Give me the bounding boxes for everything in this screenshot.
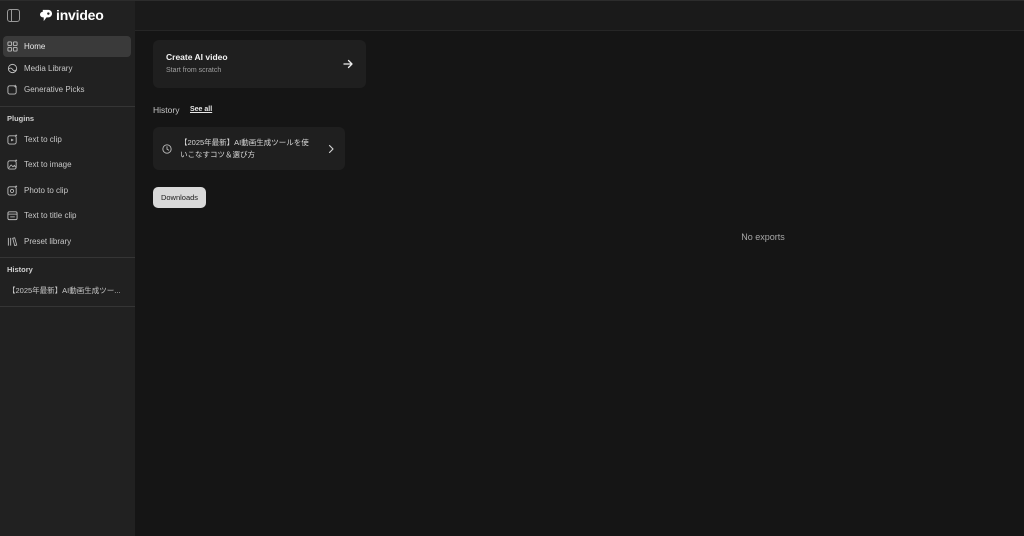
clock-icon	[162, 144, 172, 154]
sidebar: invideo Home Media Library Generative Pi…	[0, 1, 135, 536]
sidebar-item-text-to-clip[interactable]: Text to clip	[3, 129, 131, 150]
see-all-link[interactable]: See all	[190, 106, 212, 113]
history-card-title: 【2025年最新】AI動画生成ツールを使いこなすコツ＆選び方	[180, 138, 309, 159]
grid-icon	[7, 41, 18, 52]
sidebar-item-home[interactable]: Home	[3, 36, 131, 57]
sidebar-item-text-to-title-clip[interactable]: Text to title clip	[3, 205, 131, 226]
sidebar-history-item-label: 【2025年最新】AI動画生成ツー...	[8, 286, 121, 295]
create-card-title: Create AI video	[166, 52, 228, 62]
logo[interactable]: invideo	[40, 7, 104, 23]
history-heading: History	[153, 105, 180, 115]
photo-to-clip-icon	[7, 185, 18, 196]
preset-library-icon	[7, 237, 18, 247]
history-section-title: History	[7, 265, 33, 274]
downloads-button[interactable]: Downloads	[153, 187, 206, 208]
create-card-subtitle: Start from scratch	[166, 67, 222, 74]
sidebar-item-media-library[interactable]: Media Library	[3, 58, 131, 79]
sidebar-item-label: Text to image	[24, 160, 72, 169]
sidebar-item-label: Generative Picks	[24, 85, 85, 94]
chevron-right-icon	[328, 144, 334, 154]
sidebar-item-photo-to-clip[interactable]: Photo to clip	[3, 180, 131, 201]
top-bar	[135, 1, 1024, 31]
sidebar-item-preset-library[interactable]: Preset library	[3, 231, 131, 252]
sidebar-divider	[0, 306, 135, 307]
text-to-title-clip-icon	[7, 211, 18, 221]
plugins-section-title: Plugins	[7, 114, 35, 123]
media-library-icon	[7, 63, 18, 74]
sidebar-item-label: Preset library	[24, 237, 72, 246]
text-to-image-icon	[7, 159, 18, 170]
sidebar-item-label: Text to title clip	[24, 211, 77, 220]
sidebar-history-item[interactable]: 【2025年最新】AI動画生成ツー...	[3, 280, 131, 301]
sidebar-item-label: Photo to clip	[24, 186, 69, 195]
sidebar-item-generative-picks[interactable]: Generative Picks	[3, 79, 131, 100]
create-ai-video-card[interactable]: Create AI video Start from scratch	[153, 40, 366, 88]
generative-picks-icon	[7, 84, 17, 95]
sidebar-divider	[0, 257, 135, 258]
sidebar-divider	[0, 106, 135, 107]
sidebar-item-text-to-image[interactable]: Text to image	[3, 154, 131, 175]
logo-text: invideo	[56, 7, 104, 23]
sidebar-header: invideo	[0, 1, 135, 31]
main-content: Create AI video Start from scratch Histo…	[135, 31, 1024, 536]
sidebar-toggle-icon[interactable]	[7, 9, 20, 22]
sidebar-item-label: Media Library	[24, 64, 73, 73]
app-window: invideo Home Media Library Generative Pi…	[0, 0, 1024, 536]
arrow-right-icon	[343, 59, 353, 69]
history-card[interactable]: 【2025年最新】AI動画生成ツールを使いこなすコツ＆選び方	[153, 127, 345, 170]
sidebar-item-label: Text to clip	[24, 135, 62, 144]
text-to-clip-icon	[7, 134, 18, 145]
sidebar-item-label: Home	[24, 42, 46, 51]
empty-state-text: No exports	[741, 232, 785, 242]
invideo-logo-icon	[40, 9, 53, 21]
